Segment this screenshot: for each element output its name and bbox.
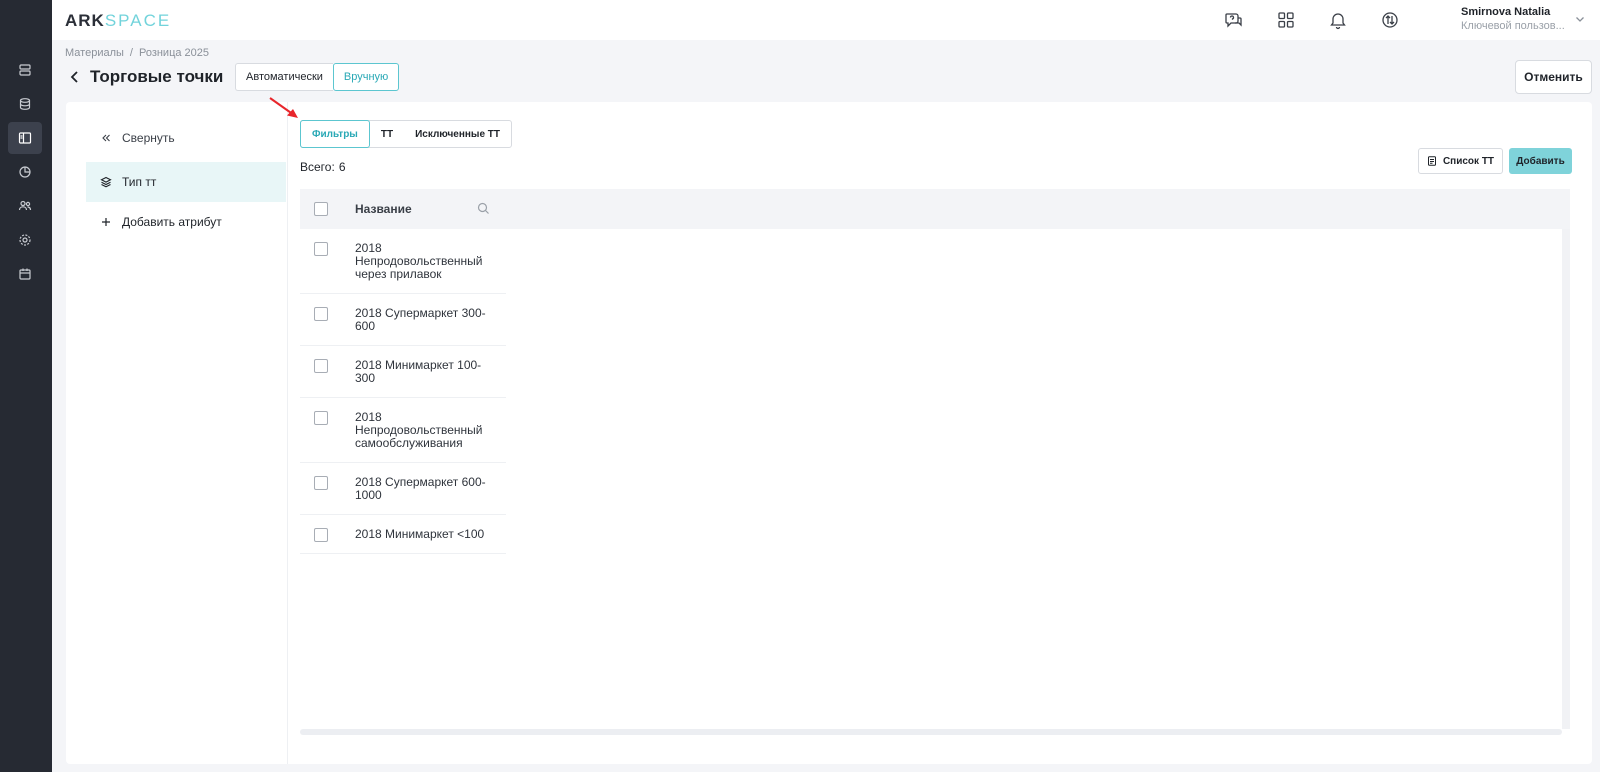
tab-filters[interactable]: Фильтры: [300, 120, 370, 148]
row-name: 2018 Непродовольственный через прилавок: [355, 241, 483, 281]
row-name: 2018 Минимаркет <100: [355, 527, 485, 541]
annotation-arrow-icon: [269, 97, 298, 118]
total-count: Всего: 6: [300, 160, 346, 174]
vertical-scrollbar[interactable]: [1562, 229, 1570, 729]
rail-calendar-icon[interactable]: [8, 258, 42, 290]
help-chat-icon[interactable]: [1222, 8, 1246, 32]
attribute-item-type[interactable]: Тип тт: [86, 162, 286, 202]
mode-auto-button[interactable]: Автоматически: [235, 63, 333, 91]
attribute-label: Тип тт: [122, 175, 157, 189]
tab-excluded[interactable]: Исключенные ТТ: [404, 121, 511, 147]
main-card: Свернуть Тип тт Добавить атрибут Фильтры…: [66, 102, 1592, 764]
double-chevron-left-icon: [100, 132, 112, 144]
rail-chart-pie-icon[interactable]: [8, 156, 42, 188]
table-row[interactable]: 2018 Минимаркет <100: [300, 515, 506, 554]
column-header-name: Название: [355, 202, 412, 216]
collapse-button[interactable]: Свернуть: [86, 118, 286, 158]
table-row[interactable]: 2018 Минимаркет 100-300: [300, 346, 506, 398]
add-attribute-label: Добавить атрибут: [122, 215, 222, 229]
table-header: Название: [300, 189, 1570, 229]
select-all-checkbox[interactable]: [314, 202, 328, 216]
document-icon: [1427, 156, 1436, 166]
attributes-panel: Свернуть Тип тт Добавить атрибут: [66, 102, 288, 764]
chevron-down-icon[interactable]: [1574, 13, 1586, 25]
mode-manual-button[interactable]: Вручную: [332, 63, 400, 91]
row-name: 2018 Супермаркет 300-600: [355, 306, 486, 333]
sync-exchange-icon[interactable]: [1378, 8, 1402, 32]
row-checkbox[interactable]: [314, 411, 328, 425]
breadcrumb-separator: /: [129, 47, 133, 59]
table-rows: 2018 Непродовольственный через прилавок …: [300, 229, 506, 554]
notifications-bell-icon[interactable]: [1326, 8, 1350, 32]
row-name: 2018 Минимаркет 100-300: [355, 358, 482, 385]
row-name: 2018 Супермаркет 600-1000: [355, 475, 486, 502]
row-checkbox[interactable]: [314, 476, 328, 490]
add-button[interactable]: Добавить: [1509, 148, 1572, 174]
total-label: Всего:: [300, 160, 335, 174]
table-row[interactable]: 2018 Непродовольственный через прилавок: [300, 229, 506, 294]
cancel-button[interactable]: Отменить: [1515, 60, 1592, 94]
row-checkbox[interactable]: [314, 307, 328, 321]
user-name[interactable]: Smirnova Natalia: [1461, 6, 1550, 18]
logo-text-space: SPACE: [104, 11, 172, 30]
rail-database-icon[interactable]: [8, 88, 42, 120]
rail-server-icon[interactable]: [8, 54, 42, 86]
user-role: Ключевой пользов...: [1461, 20, 1565, 32]
top-bar: ARK SPACE Smirnova Natalia Ключевой поль…: [52, 0, 1600, 40]
total-value: 6: [338, 160, 346, 174]
collapse-label: Свернуть: [122, 131, 175, 145]
view-tabs: Фильтры ТТ Исключенные ТТ: [300, 120, 513, 148]
logo-text-ark: ARK: [65, 11, 105, 30]
left-rail: [0, 0, 52, 772]
layers-icon: [100, 176, 112, 188]
breadcrumb: Материалы / Розница 2025: [65, 47, 209, 59]
page-title: Торговые точки: [90, 67, 224, 86]
rail-settings-icon[interactable]: [8, 224, 42, 256]
rail-layout-icon[interactable]: [8, 122, 42, 154]
table-row[interactable]: 2018 Супермаркет 600-1000: [300, 463, 506, 515]
row-checkbox[interactable]: [314, 528, 328, 542]
back-arrow-icon[interactable]: [68, 70, 82, 84]
mode-toggle: Автоматически Вручную: [235, 63, 400, 91]
breadcrumb-item-retail[interactable]: Розница 2025: [139, 47, 209, 59]
page-header: Торговые точки: [68, 67, 223, 87]
tt-list-button[interactable]: Список ТТ: [1418, 148, 1503, 174]
items-table: Название 2018 Непродовольственный через …: [300, 189, 1570, 737]
table-row[interactable]: 2018 Супермаркет 300-600: [300, 294, 506, 346]
row-checkbox[interactable]: [314, 359, 328, 373]
breadcrumb-item-materials[interactable]: Материалы: [65, 47, 124, 59]
search-icon[interactable]: [477, 202, 490, 215]
rail-users-icon[interactable]: [8, 190, 42, 222]
row-name: 2018 Непродовольственный самообслуживани…: [355, 410, 483, 450]
apps-grid-icon[interactable]: [1274, 8, 1298, 32]
table-row[interactable]: 2018 Непродовольственный самообслуживани…: [300, 398, 506, 463]
add-attribute-button[interactable]: Добавить атрибут: [86, 202, 286, 242]
app-logo[interactable]: ARK SPACE: [65, 11, 171, 31]
plus-icon: [100, 216, 112, 228]
horizontal-scrollbar[interactable]: [300, 729, 1562, 735]
row-checkbox[interactable]: [314, 242, 328, 256]
tab-tt[interactable]: ТТ: [370, 121, 404, 147]
tt-list-label: Список ТТ: [1442, 155, 1495, 167]
